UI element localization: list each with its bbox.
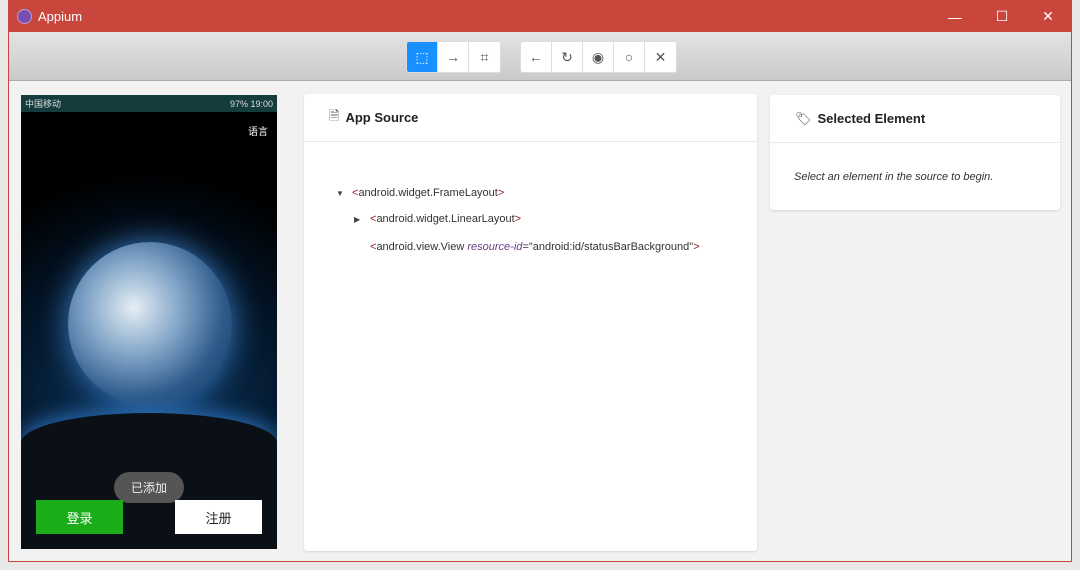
register-button[interactable]: 注册 <box>175 500 262 534</box>
toggle-attributes-button[interactable]: ◉ <box>583 42 614 72</box>
appium-window: Appium — ☐ ✕ ⬚ → ⌗ ← ↻ ◉ ○ ✕ 中国移动 97% 19:… <box>8 0 1072 562</box>
caret-down-icon[interactable]: ▼ <box>336 189 352 198</box>
crosshair-icon: ⌗ <box>480 48 489 65</box>
quit-session-button[interactable]: ✕ <box>645 42 676 72</box>
tag-icon: 🏷 <box>795 110 812 126</box>
toast-message: 已添加 <box>114 472 184 503</box>
app-source-title: App Source <box>345 110 419 125</box>
select-icon: ⬚ <box>415 48 429 65</box>
search-button[interactable]: ○ <box>614 42 645 72</box>
select-element-button[interactable]: ⬚ <box>407 42 438 72</box>
caret-right-icon[interactable]: ▶ <box>354 215 370 224</box>
earth-image <box>68 242 232 406</box>
battery-time-text: 97% 19:00 <box>229 98 273 109</box>
file-icon: 🗎 <box>329 107 340 123</box>
tree-node-linearlayout[interactable]: ▶ < android.widget.LinearLayout > <box>336 206 757 232</box>
close-icon: ✕ <box>654 48 667 65</box>
selected-element-panel: 🏷 Selected Element Select an element in t… <box>770 95 1060 210</box>
status-bar: 中国移动 97% 19:00 <box>21 95 277 112</box>
node-tag: android.widget.FrameLayout <box>358 187 498 199</box>
language-link[interactable]: 语言 <box>248 123 268 138</box>
selected-element-hint: Select an element in the source to begin… <box>794 171 994 183</box>
tree-node-framelayout[interactable]: ▼ < android.widget.FrameLayout > <box>336 180 757 206</box>
maximize-button[interactable]: ☐ <box>979 1 1025 32</box>
search-icon: ○ <box>624 49 634 65</box>
window-title: Appium <box>38 9 83 24</box>
tap-button[interactable]: ⌗ <box>469 42 500 72</box>
eye-icon: ◉ <box>591 48 605 65</box>
arrow-right-icon: → <box>446 49 460 65</box>
node-attr-value: "android:id/statusBarBackground" <box>528 241 694 253</box>
close-button[interactable]: ✕ <box>1025 1 1071 32</box>
arrow-left-icon: ← <box>529 49 543 65</box>
carrier-text: 中国移动 <box>25 99 62 109</box>
selected-element-title: Selected Element <box>817 111 926 126</box>
app-source-panel: 🗎 App Source ▼ < android.widget.FrameLayout… <box>304 94 757 551</box>
title-bar: Appium — ☐ ✕ <box>9 1 1071 32</box>
source-tree: ▼ < android.widget.FrameLayout > ▶ < android.… <box>304 142 757 262</box>
node-tag: android.view.View <box>376 241 465 253</box>
actions-group: ← ↻ ◉ ○ ✕ <box>520 41 677 73</box>
minimize-button[interactable]: — <box>932 1 978 32</box>
appium-logo-icon <box>17 9 32 24</box>
node-tag: android.widget.LinearLayout <box>376 213 515 225</box>
refresh-button[interactable]: ↻ <box>552 42 583 72</box>
toolbar: ⬚ → ⌗ ← ↻ ◉ ○ ✕ <box>9 32 1071 81</box>
tree-node-view[interactable]: < android.view.View resource-id = "android:… <box>336 232 757 262</box>
back-button[interactable]: ← <box>521 42 552 72</box>
swipe-button[interactable]: → <box>438 42 469 72</box>
device-screenshot[interactable]: 中国移动 97% 19:00 语言 已添加 登录 注册 <box>21 95 277 549</box>
node-attr-name: resource-id <box>467 241 523 253</box>
refresh-icon: ↻ <box>561 48 573 65</box>
login-button[interactable]: 登录 <box>36 500 123 534</box>
interaction-mode-group: ⬚ → ⌗ <box>406 41 501 73</box>
